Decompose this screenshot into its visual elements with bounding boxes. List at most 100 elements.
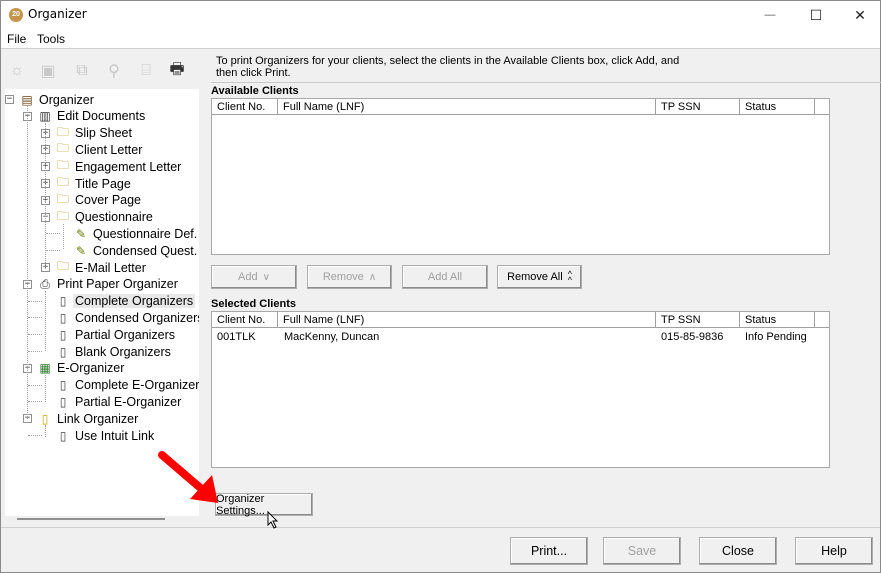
sun-icon[interactable]: ☼ — [6, 60, 28, 82]
tree-node-label: Engagement Letter — [75, 159, 182, 174]
tree-node-label: Slip Sheet — [75, 126, 132, 141]
maximize-icon: ☐ — [809, 6, 823, 23]
close-icon: ✕ — [854, 6, 866, 23]
column-client-no[interactable]: Client No. — [212, 312, 278, 328]
column-status[interactable]: Status — [740, 312, 815, 328]
column-tp-ssn[interactable]: TP SSN — [656, 312, 740, 328]
available-clients-label: Available Clients — [211, 85, 299, 97]
close-button[interactable]: Close — [699, 537, 777, 565]
tree-connector — [45, 425, 46, 437]
tree-connector — [28, 317, 42, 319]
remove-button[interactable]: Remove ∧ — [307, 265, 392, 289]
remove-all-button[interactable]: Remove All ^ ^ — [497, 265, 582, 289]
tree-node-label: Questionnaire — [75, 210, 153, 225]
close-window-button[interactable]: ✕ — [838, 1, 881, 29]
tree-node-label: Partial Organizers — [75, 327, 176, 342]
tree-node[interactable]: ▯ Partial E-Organizer — [55, 393, 183, 410]
tree-node-label: Organizer — [39, 92, 94, 107]
tree-connector — [63, 224, 64, 249]
footer-divider — [1, 527, 880, 528]
tree-node[interactable]: 🗀 E-Mail Letter — [55, 259, 148, 276]
page-icon: ▯ — [59, 310, 67, 325]
minimize-icon: — — [764, 9, 776, 21]
document-icon[interactable]: ▣ — [37, 60, 59, 82]
tree-node[interactable]: ▯ Use Intuit Link — [55, 427, 156, 444]
save-button[interactable]: Save — [603, 537, 681, 565]
tree-node-label: Partial E-Organizer — [75, 394, 182, 409]
folder-doc-icon: 🗀 — [56, 259, 69, 273]
column-status[interactable]: Status — [740, 99, 815, 115]
available-clients-list[interactable]: Client No. Full Name (LNF) TP SSN Status — [211, 98, 830, 255]
menu-file[interactable]: File — [7, 32, 26, 46]
collapse-icon[interactable]: − — [5, 95, 14, 104]
print-button[interactable]: Print... — [510, 537, 588, 565]
chevron-up-icon: ∧ — [368, 271, 377, 283]
selected-clients-list[interactable]: Client No. Full Name (LNF) TP SSN Status… — [211, 311, 830, 468]
remove-button-label: Remove — [322, 271, 364, 283]
maximize-button[interactable]: ☐ — [794, 1, 838, 29]
toolbar: ☼ ▣ ⧉ ⚲ ⌸ 🖶 — [1, 55, 201, 87]
menu-bar: File Tools — [1, 29, 880, 49]
tree-connector — [46, 233, 60, 235]
cell-tp-ssn: 015-85-9836 — [661, 331, 724, 343]
minimize-button[interactable]: — — [748, 1, 792, 29]
printer-icon[interactable]: 🖶 — [166, 60, 188, 82]
selected-clients-header: Client No. Full Name (LNF) TP SSN Status — [212, 312, 829, 328]
tree-horizontal-scrollbar[interactable] — [17, 518, 165, 520]
tree-connector — [28, 401, 42, 403]
tree-node-label: Cover Page — [75, 193, 142, 208]
organizer-settings-button[interactable]: Organizer Settings... — [215, 493, 313, 517]
cell-client-no: 001TLK — [217, 331, 256, 343]
tree-node[interactable]: ▯ Link Organizer — [37, 410, 140, 427]
help-button[interactable]: Help — [795, 537, 873, 565]
tree-node-label: Client Letter — [75, 142, 143, 157]
tree-node[interactable]: ✎ Questionnaire Def. — [73, 225, 199, 242]
double-chevron-up-icon: ^ ^ — [567, 269, 572, 285]
tree-node[interactable]: ✎ Condensed Quest. — [73, 242, 199, 259]
search-icon[interactable]: ⚲ — [103, 60, 125, 82]
questionnaire-icon: ✎ — [75, 243, 87, 258]
add-button[interactable]: Add ∨ — [211, 265, 297, 289]
tree-node[interactable]: ▯ Condensed Organizers — [55, 309, 199, 326]
tree-node[interactable]: ▯ Partial Organizers — [55, 326, 177, 343]
tree-node-label: Print Paper Organizer — [57, 277, 178, 292]
tree-node[interactable]: ▯ Complete E-Organizer — [55, 377, 199, 394]
tree-node-label: Condensed Organizers — [75, 310, 199, 325]
column-client-no[interactable]: Client No. — [212, 99, 278, 115]
column-full-name[interactable]: Full Name (LNF) — [278, 99, 656, 115]
add-all-button[interactable]: Add All — [402, 265, 488, 289]
save-icon[interactable]: ⌸ — [135, 60, 157, 82]
column-tp-ssn[interactable]: TP SSN — [656, 99, 740, 115]
page-icon: ▯ — [59, 428, 67, 443]
page-icon: ▯ — [59, 327, 67, 342]
tree-node[interactable]: ⎙ Print Paper Organizer — [37, 276, 180, 293]
tree-node[interactable]: ▦ E-Organizer — [37, 360, 126, 377]
tree-node-label: Use Intuit Link — [75, 428, 155, 443]
menu-divider — [1, 48, 880, 49]
copy-icon[interactable]: ⧉ — [71, 60, 93, 82]
client-row[interactable]: 001TLK MacKenny, Duncan 015-85-9836 Info… — [212, 329, 829, 345]
tree-node[interactable]: 🗀 Engagement Letter — [55, 158, 183, 175]
page-icon: ▯ — [59, 344, 67, 359]
tree-node-label: Condensed Quest. — [93, 243, 198, 258]
tree-connector — [45, 291, 46, 351]
chevron-down-icon: ∨ — [262, 271, 270, 283]
tree-node-label: E-Mail Letter — [75, 260, 146, 275]
window-title: Organizer — [28, 7, 87, 21]
tree-node[interactable]: 🗀 Questionnaire — [55, 209, 155, 226]
add-all-button-label: Add All — [427, 271, 463, 283]
menu-tools[interactable]: Tools — [37, 32, 65, 46]
tree-node-label: Edit Documents — [57, 109, 146, 124]
tree-node[interactable]: ▯ Complete Organizers — [55, 293, 196, 310]
tree-node[interactable]: ▯ Blank Organizers — [55, 343, 173, 360]
selected-clients-label: Selected Clients — [211, 298, 296, 310]
remove-all-button-label: Remove All — [507, 271, 563, 283]
available-clients-header: Client No. Full Name (LNF) TP SSN Status — [212, 99, 829, 115]
column-full-name[interactable]: Full Name (LNF) — [278, 312, 656, 328]
tree-connector — [28, 351, 42, 352]
cell-full-name: MacKenny, Duncan — [284, 331, 380, 343]
tree-node[interactable]: ▥ Edit Documents — [37, 108, 147, 125]
tree-node[interactable]: ▤ Organizer — [19, 91, 96, 108]
tree-node-label: Link Organizer — [57, 411, 139, 426]
add-button-label: Add — [238, 271, 258, 283]
